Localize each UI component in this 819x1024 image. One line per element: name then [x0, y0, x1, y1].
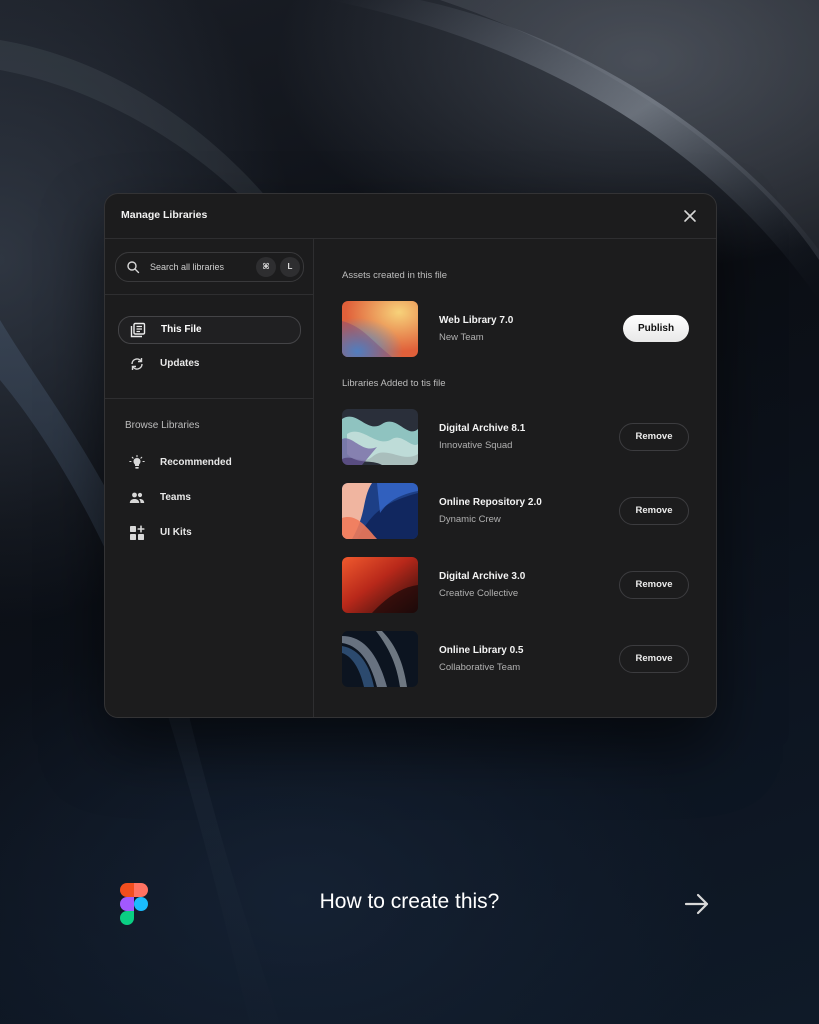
- library-thumbnail: [342, 557, 418, 613]
- nav-label-teams: Teams: [160, 492, 191, 503]
- modal-header: Manage Libraries: [105, 194, 716, 239]
- refresh-icon: [131, 358, 143, 370]
- remove-button[interactable]: Remove: [619, 645, 689, 673]
- people-icon: [129, 492, 145, 503]
- browse-libraries-heading: Browse Libraries: [125, 420, 200, 431]
- remove-button[interactable]: Remove: [619, 571, 689, 599]
- library-team: New Team: [439, 332, 484, 343]
- search-bar[interactable]: ⌘ L: [115, 252, 304, 282]
- nav-label-updates: Updates: [160, 358, 200, 369]
- library-thumbnail: [342, 631, 418, 687]
- library-name: Digital Archive 3.0: [439, 571, 526, 582]
- manage-libraries-modal: Manage Libraries ⌘ L This File: [104, 193, 717, 718]
- arrow-right-icon[interactable]: [684, 891, 710, 917]
- library-thumbnail: [342, 483, 418, 539]
- shortcut-l-key: L: [280, 257, 300, 277]
- nav-item-this-file[interactable]: This File: [118, 316, 301, 344]
- modal-title: Manage Libraries: [121, 209, 208, 221]
- remove-button[interactable]: Remove: [619, 423, 689, 451]
- library-row: Digital Archive 8.1 Innovative Squad Rem…: [342, 409, 689, 465]
- close-icon: [684, 210, 696, 222]
- publish-button[interactable]: Publish: [623, 315, 689, 342]
- close-button[interactable]: [680, 206, 700, 226]
- library-team: Innovative Squad: [439, 440, 513, 451]
- lightbulb-icon: [129, 455, 145, 469]
- library-row: Online Repository 2.0 Dynamic Crew Remov…: [342, 483, 689, 539]
- library-team: Creative Collective: [439, 588, 519, 599]
- nav-label-this-file: This File: [161, 324, 202, 335]
- library-books-icon: [130, 322, 146, 338]
- library-row: Web Library 7.0 New Team Publish: [342, 301, 689, 357]
- nav-item-teams[interactable]: Teams: [118, 485, 299, 511]
- nav-item-ui-kits[interactable]: UI Kits: [118, 520, 299, 546]
- library-thumbnail: [342, 409, 418, 465]
- added-libraries-heading: Libraries Added to tis file: [342, 378, 446, 389]
- library-thumbnail: [342, 301, 418, 357]
- sidebar: ⌘ L This File Updates Browse Libraries: [105, 239, 314, 717]
- assets-heading: Assets created in this file: [342, 270, 448, 281]
- sidebar-divider: [105, 398, 313, 399]
- search-icon: [127, 261, 140, 274]
- sidebar-divider: [105, 294, 313, 295]
- library-name: Online Repository 2.0: [439, 497, 542, 508]
- library-team: Dynamic Crew: [439, 514, 501, 525]
- library-name: Digital Archive 8.1: [439, 423, 526, 434]
- nav-item-recommended[interactable]: Recommended: [118, 450, 299, 476]
- nav-label-ui-kits: UI Kits: [160, 527, 192, 538]
- library-name: Online Library 0.5: [439, 645, 524, 656]
- library-row: Digital Archive 3.0 Creative Collective …: [342, 557, 689, 613]
- search-input[interactable]: [150, 259, 250, 275]
- remove-button[interactable]: Remove: [619, 497, 689, 525]
- nav-item-updates[interactable]: Updates: [118, 351, 299, 377]
- library-name: Web Library 7.0: [439, 315, 514, 326]
- library-team: Collaborative Team: [439, 662, 521, 673]
- nav-label-recommended: Recommended: [160, 457, 232, 468]
- shortcut-cmd-key: ⌘: [256, 257, 276, 277]
- main-panel: Assets created in this file Web Library …: [314, 239, 716, 717]
- library-row: Online Library 0.5 Collaborative Team Re…: [342, 631, 689, 687]
- grid-plus-icon: [130, 525, 145, 540]
